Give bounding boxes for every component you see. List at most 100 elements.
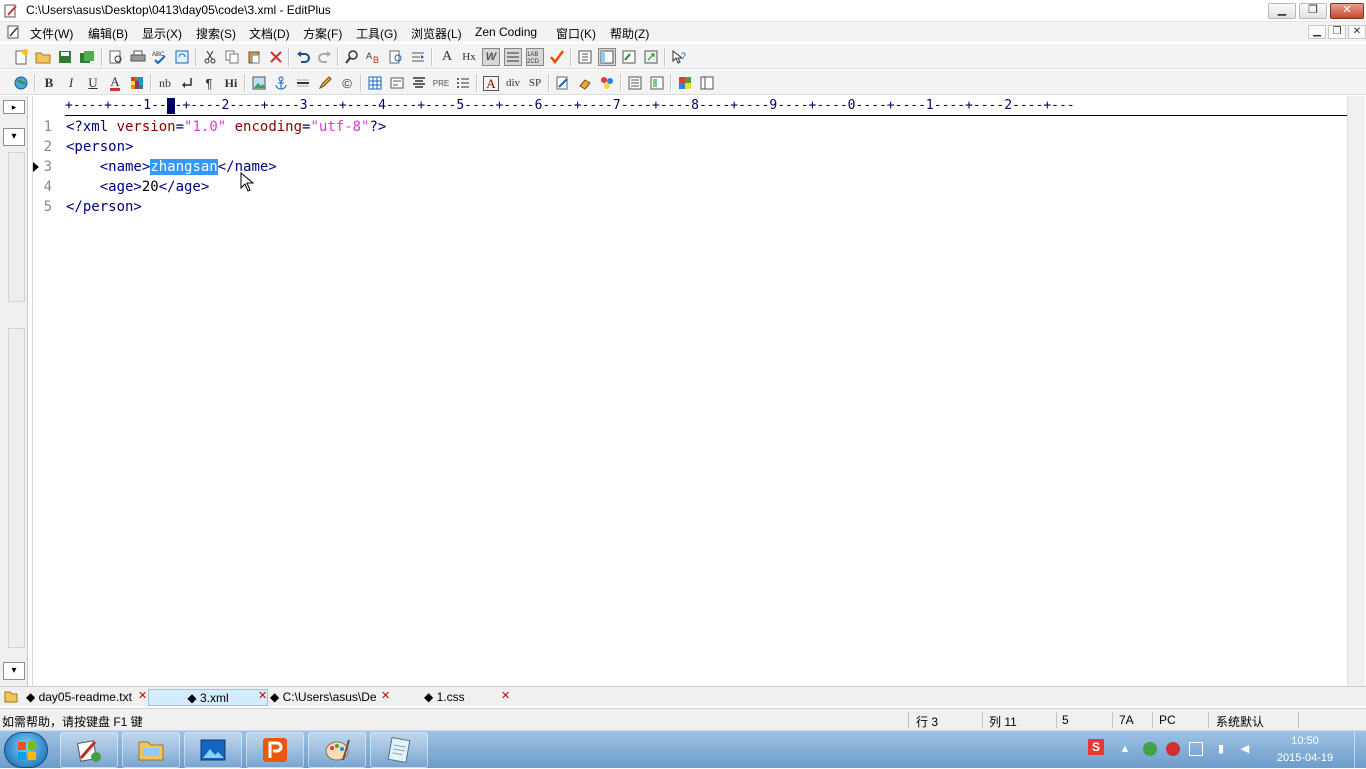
copyright-button[interactable]: © (338, 74, 356, 92)
menu-zen-coding[interactable]: Zen Coding (475, 25, 537, 39)
italic-button[interactable]: I (62, 74, 80, 92)
new-file-button[interactable] (12, 48, 30, 66)
doc-minimize-button[interactable]: ▁ (1308, 25, 1326, 39)
tab-close-icon[interactable]: ✕ (138, 689, 147, 702)
tab-1-css[interactable]: ◆ 1.css (424, 689, 494, 706)
find-in-files-button[interactable] (387, 48, 405, 66)
browser-globe-button[interactable] (12, 74, 30, 92)
font-button[interactable]: A (438, 48, 456, 66)
taskbar-clock[interactable]: 10:50 2015-04-19 (1270, 733, 1340, 767)
taskbar-app-images[interactable] (184, 732, 242, 768)
taskbar-app-explorer[interactable] (122, 732, 180, 768)
undo-button[interactable] (294, 48, 312, 66)
tray-app-green-icon[interactable] (1143, 742, 1157, 756)
frame-button[interactable] (698, 74, 716, 92)
sync-button[interactable] (173, 48, 191, 66)
print-button[interactable] (129, 48, 147, 66)
editor-vertical-scrollbar[interactable] (1347, 96, 1365, 686)
tab-close-icon[interactable]: ✕ (501, 689, 510, 702)
doc-restore-button[interactable]: ❐ (1328, 25, 1346, 39)
show-desktop-button[interactable] (1354, 731, 1366, 769)
line-break-button[interactable] (178, 74, 196, 92)
form-button[interactable] (388, 74, 406, 92)
save-all-button[interactable] (78, 48, 96, 66)
horizontal-rule-button[interactable] (294, 74, 312, 92)
image-button[interactable] (250, 74, 268, 92)
heading-tag-button[interactable]: Hi (222, 74, 240, 92)
copy-button[interactable] (223, 48, 241, 66)
font-color-button[interactable]: A (106, 74, 124, 92)
heading-button[interactable]: Hx (460, 48, 478, 66)
menu-tools[interactable]: 工具(G) (356, 25, 397, 42)
output-window-button[interactable] (620, 48, 638, 66)
menu-view[interactable]: 显示(X) (142, 25, 182, 42)
taskbar-app-powerpoint[interactable] (246, 732, 304, 768)
replace-button[interactable]: AB (365, 48, 383, 66)
tab-close-icon[interactable]: ✕ (381, 689, 390, 702)
span-button[interactable]: SP (526, 74, 544, 92)
status-encoding[interactable]: 系统默认 (1216, 713, 1264, 730)
goto-line-button[interactable] (409, 48, 427, 66)
context-help-button[interactable]: ? (670, 48, 688, 66)
taskbar-app-notepad[interactable] (370, 732, 428, 768)
tab-day05-readme[interactable]: ◆ day05-readme.txt (26, 689, 138, 706)
print-preview-button[interactable] (107, 48, 125, 66)
network-icon[interactable]: ▮ (1214, 742, 1228, 756)
code-area[interactable]: 1 <?xml version="1.0" encoding="utf-8"?> 2… (0, 117, 1340, 237)
spellcheck-button[interactable]: ABC (151, 48, 169, 66)
html-toolbar-button[interactable] (626, 74, 644, 92)
html-preview-button[interactable] (648, 74, 666, 92)
filter-dropdown[interactable]: ▾ (3, 662, 25, 680)
script-button[interactable] (576, 74, 594, 92)
browser-preview-button[interactable] (642, 48, 660, 66)
tray-device-icon[interactable] (1189, 742, 1203, 756)
nbsp-button[interactable]: nb (156, 74, 174, 92)
menu-search[interactable]: 搜索(S) (196, 25, 236, 42)
volume-icon[interactable]: ◀ (1238, 742, 1252, 756)
cut-button[interactable] (201, 48, 219, 66)
restore-button[interactable]: ❐ (1299, 3, 1327, 19)
underline-button[interactable]: U (84, 74, 102, 92)
ruler-button[interactable]: 1AB 2CD (526, 48, 544, 66)
taskbar-app-paint[interactable] (308, 732, 366, 768)
paragraph-button[interactable]: ¶ (200, 74, 218, 92)
color-picker-button[interactable] (128, 74, 146, 92)
redo-button[interactable] (316, 48, 334, 66)
tray-record-icon[interactable] (1166, 742, 1180, 756)
cliptext-window-button[interactable] (598, 48, 616, 66)
ime-sogou-icon[interactable]: S (1088, 739, 1104, 755)
doc-close-button[interactable]: ✕ (1348, 25, 1366, 39)
word-wrap-button[interactable]: W (482, 48, 500, 66)
taskbar-app-editplus-new[interactable] (60, 732, 118, 768)
pre-button[interactable]: PRE (432, 74, 450, 92)
paste-button[interactable] (245, 48, 263, 66)
menu-edit[interactable]: 编辑(B) (88, 25, 128, 42)
start-button[interactable] (4, 732, 48, 768)
center-button[interactable] (410, 74, 428, 92)
anchor-button[interactable] (272, 74, 290, 92)
comment-button[interactable] (316, 74, 334, 92)
file-list-scrollbar[interactable] (8, 328, 25, 648)
color-palette-button[interactable] (676, 74, 694, 92)
minimize-button[interactable]: ▁ (1268, 3, 1296, 19)
tray-expand-icon[interactable]: ▲ (1118, 742, 1132, 756)
directory-window-button[interactable] (576, 48, 594, 66)
font-tag-button[interactable]: A (482, 74, 500, 92)
menu-help[interactable]: 帮助(Z) (610, 25, 649, 42)
clip-art-button[interactable] (598, 74, 616, 92)
bold-button[interactable]: B (40, 74, 58, 92)
menu-file[interactable]: 文件(W) (30, 25, 73, 42)
table-button[interactable] (366, 74, 384, 92)
panel-toggle-button[interactable]: ▸ (3, 100, 25, 114)
menu-document[interactable]: 文档(D) (249, 25, 290, 42)
tab-users-path[interactable]: ◆ C:\Users\asus\De (270, 689, 380, 706)
list-button[interactable] (454, 74, 472, 92)
menu-window[interactable]: 窗口(K) (556, 25, 596, 42)
find-button[interactable] (343, 48, 361, 66)
save-button[interactable] (56, 48, 74, 66)
menu-project[interactable]: 方案(F) (303, 25, 342, 42)
check-button[interactable] (548, 48, 566, 66)
open-file-button[interactable] (34, 48, 52, 66)
tab-3-xml[interactable]: ◆ 3.xml (148, 689, 268, 706)
div-button[interactable]: div (504, 74, 522, 92)
